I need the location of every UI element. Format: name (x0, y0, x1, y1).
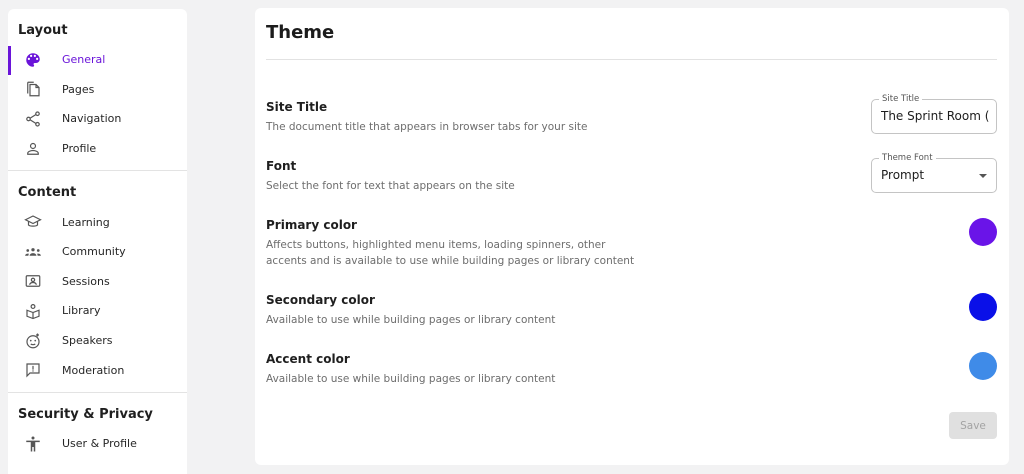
dropdown-arrow-icon (979, 174, 987, 178)
person-icon (24, 140, 42, 158)
sidebar-item-navigation[interactable]: Navigation (8, 104, 187, 134)
font-row: Font Select the font for text that appea… (266, 153, 997, 199)
layout-section: Layout General Pages Navigation Profile (8, 9, 187, 163)
sidebar-item-label: Community (62, 245, 126, 259)
accent-color-heading: Accent color (266, 352, 350, 366)
site-title-row: Site Title The document title that appea… (266, 94, 997, 140)
security-section: Security & Privacy User & Profile (8, 393, 187, 459)
groups-icon (24, 243, 42, 261)
save-button[interactable]: Save (949, 412, 997, 439)
pages-icon (24, 80, 42, 98)
theme-font-select-value: Prompt (881, 168, 925, 182)
secondary-color-row: Secondary color Available to use while b… (266, 293, 997, 333)
share-icon (24, 110, 42, 128)
sidebar-item-sessions[interactable]: Sessions (8, 267, 187, 297)
report-message-icon (24, 361, 42, 379)
accessibility-icon (24, 435, 42, 453)
sidebar-item-label: Navigation (62, 112, 122, 126)
sidebar-item-pages[interactable]: Pages (8, 75, 187, 105)
primary-color-heading: Primary color (266, 218, 357, 232)
accent-color-description: Available to use while building pages or… (266, 373, 556, 385)
secondary-color-heading: Secondary color (266, 293, 375, 307)
sidebar-item-general[interactable]: General (8, 45, 187, 75)
theme-panel: Theme Site Title The document title that… (255, 8, 1009, 465)
site-title-input-value: The Sprint Room (Co (881, 109, 989, 123)
sidebar-item-profile[interactable]: Profile (8, 134, 187, 164)
font-description: Select the font for text that appears on… (266, 180, 515, 192)
sidebar-item-moderation[interactable]: Moderation (8, 355, 187, 385)
section-title-content: Content (18, 185, 77, 201)
contact-card-icon (24, 272, 42, 290)
primary-color-swatch[interactable] (969, 218, 997, 246)
sidebar-item-community[interactable]: Community (8, 237, 187, 267)
sidebar-item-speakers[interactable]: Speakers (8, 326, 187, 356)
face-icon (24, 332, 42, 350)
library-icon (24, 302, 42, 320)
primary-color-row: Primary color Affects buttons, highlight… (266, 218, 997, 274)
graduation-cap-icon (24, 213, 42, 231)
secondary-color-swatch[interactable] (969, 293, 997, 321)
sidebar-item-label: Profile (62, 142, 97, 156)
site-title-description: The document title that appears in brows… (266, 121, 588, 133)
primary-color-description: Affects buttons, highlighted menu items,… (266, 239, 635, 267)
section-title-layout: Layout (18, 23, 68, 38)
sidebar-item-label: Library (62, 304, 101, 318)
accent-color-swatch[interactable] (969, 352, 997, 380)
sidebar-item-label: Moderation (62, 363, 125, 377)
sidebar-item-user-profile[interactable]: User & Profile (8, 429, 187, 459)
theme-font-select[interactable]: Theme Font Prompt (871, 153, 997, 193)
sidebar-item-label: Pages (62, 82, 95, 96)
page-title: Theme (266, 22, 335, 43)
site-title-input[interactable]: Site Title The Sprint Room (Co (871, 94, 997, 134)
sidebar-item-label: User & Profile (62, 437, 137, 451)
palette-icon (24, 51, 42, 69)
sidebar-item-label: Sessions (62, 274, 110, 288)
site-title-input-label: Site Title (879, 94, 923, 104)
settings-sidebar: Layout General Pages Navigation Profile (8, 9, 187, 474)
secondary-color-description: Available to use while building pages or… (266, 314, 556, 326)
sidebar-item-learning[interactable]: Learning (8, 207, 187, 237)
accent-color-row: Accent color Available to use while buil… (266, 352, 997, 392)
sidebar-item-label: Learning (62, 215, 110, 229)
title-divider (266, 59, 997, 60)
content-section: Content Learning Community Sessions Libr… (8, 171, 187, 385)
sidebar-item-label: Speakers (62, 334, 113, 348)
sidebar-item-library[interactable]: Library (8, 296, 187, 326)
theme-font-select-label: Theme Font (879, 153, 936, 163)
sidebar-item-label: General (62, 53, 106, 67)
section-title-security: Security & Privacy (18, 406, 153, 422)
